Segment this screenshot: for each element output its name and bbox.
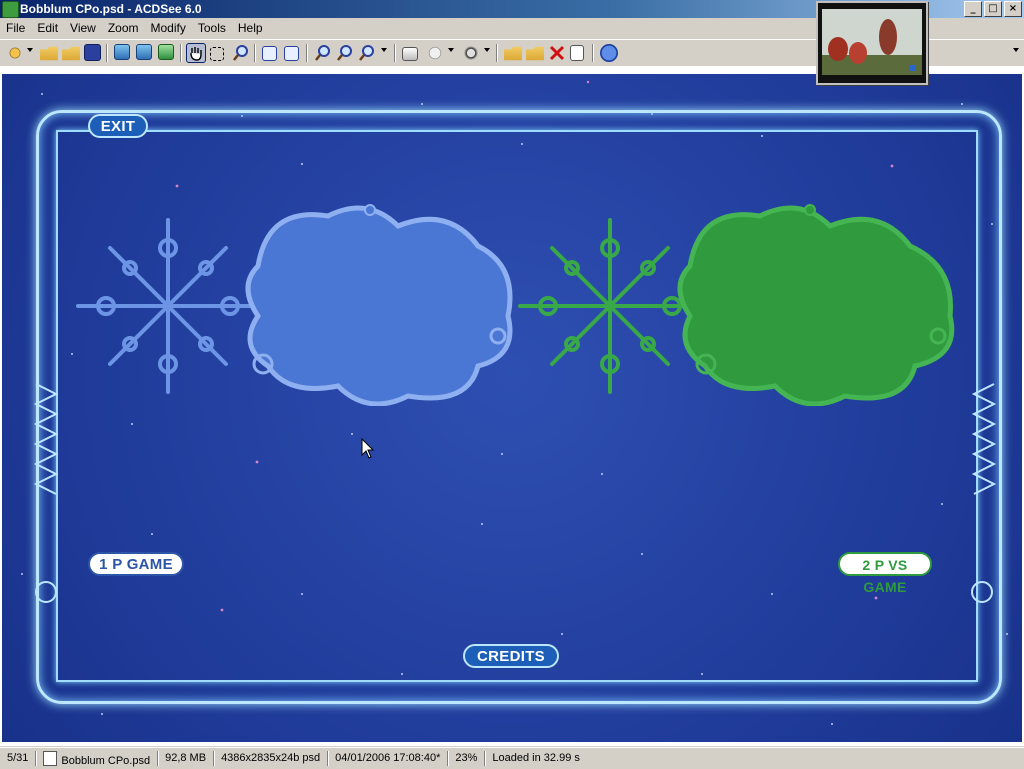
select-tool-icon[interactable] [210,47,224,61]
mouse-cursor-icon [361,438,375,459]
zoom-level: 23% [448,751,486,766]
status-filename: Bobblum CPo.psd [61,755,151,767]
rotate-right-icon[interactable] [284,46,299,61]
menu-tools[interactable]: Tools [192,21,232,35]
rotate-left-icon[interactable] [262,46,277,61]
toolbar-chevron-icon[interactable] [1013,48,1019,52]
credits-button[interactable]: CREDITS [463,644,559,668]
print-icon[interactable] [402,47,418,61]
acdsee-app-icon[interactable] [2,1,19,18]
zoom-dropdown-icon[interactable] [381,48,387,52]
menu-view[interactable]: View [64,21,102,35]
one-player-game-button[interactable]: 1 P GAME [88,552,184,576]
right-frame-ornament [971,383,997,603]
player2-emblem [518,204,955,406]
hand-tool-icon[interactable] [186,43,206,63]
video-thumbnail-preview[interactable] [816,1,928,85]
export-icon[interactable] [504,46,522,61]
zoom-out-icon[interactable] [314,44,332,62]
left-frame-ornament [33,383,59,603]
send-dropdown-icon[interactable] [448,48,454,52]
file-datetime: 04/01/2006 17:08:40* [328,751,449,766]
menu-file[interactable]: File [0,21,31,35]
favorites-icon[interactable] [62,46,80,61]
zoom-in-icon[interactable] [336,44,354,62]
window-title: Bobblum CPo.psd - ACDSee 6.0 [20,2,202,16]
zoom-menu-icon[interactable] [358,44,376,62]
minimize-button[interactable]: _ [964,1,982,17]
magnifier-icon[interactable] [232,44,250,62]
move-to-icon[interactable] [526,46,544,61]
game-menu-image: EXIT 1 P GAME 2 P VS GAME CREDITS [2,74,1022,742]
send-icon[interactable] [426,44,444,62]
two-player-vs-game-button[interactable]: 2 P VS GAME [838,552,932,595]
image-dimensions: 4386x2835x24b psd [214,751,329,766]
wallpaper-dropdown-icon[interactable] [484,48,490,52]
menu-modify[interactable]: Modify [145,21,192,35]
acquire-icon[interactable] [6,44,24,62]
properties-icon[interactable] [570,45,584,61]
menu-edit[interactable]: Edit [31,21,64,35]
status-bar: 5/31 Bobblum CPo.psd 92,8 MB 4386x2835x2… [0,747,1024,769]
image-position: 5/31 [0,751,37,766]
slideshow-icon[interactable] [158,44,174,60]
next-image-icon[interactable] [136,44,152,60]
previous-image-icon[interactable] [114,44,130,60]
exit-button[interactable]: EXIT [88,114,148,138]
close-button[interactable]: × [1004,1,1022,17]
thumbnail-image [818,3,926,83]
image-viewer[interactable]: EXIT 1 P GAME 2 P VS GAME CREDITS [0,66,1024,746]
menu-zoom[interactable]: Zoom [102,21,145,35]
delete-icon[interactable] [548,44,566,62]
maximize-button[interactable]: □ [984,1,1002,17]
acquire-dropdown-icon[interactable] [27,48,33,52]
status-filename-cell: Bobblum CPo.psd [36,751,159,767]
help-icon[interactable] [600,44,618,62]
menu-help[interactable]: Help [232,21,269,35]
file-size: 92,8 MB [158,751,215,766]
file-icon [43,751,58,766]
load-time: Loaded in 32.99 s [492,752,580,764]
set-wallpaper-icon[interactable] [462,44,480,62]
player1-emblem [76,204,513,406]
open-folder-icon[interactable] [40,46,58,61]
save-icon[interactable] [84,44,101,61]
